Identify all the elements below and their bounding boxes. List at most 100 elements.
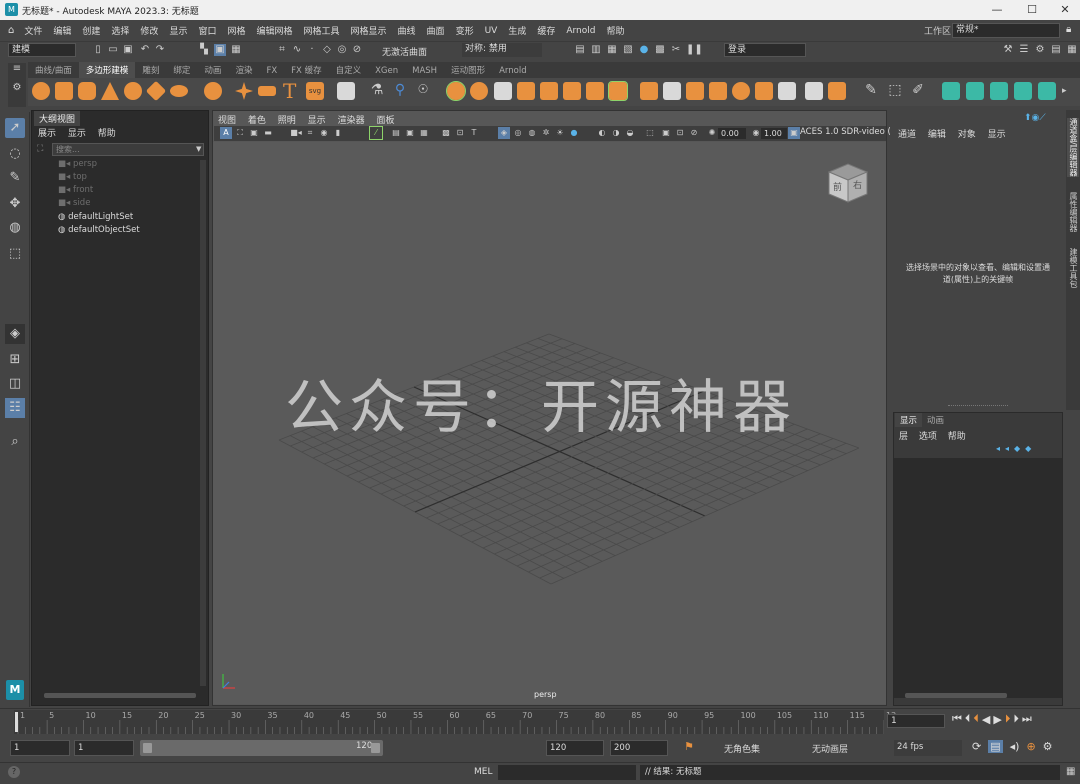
outliner-menu-show[interactable]: 展示 xyxy=(38,129,56,139)
channel-box-menu-edit[interactable]: 编辑 xyxy=(928,130,946,140)
unfold-icon[interactable] xyxy=(1038,82,1056,100)
layer-horizontal-scrollbar[interactable] xyxy=(905,693,1007,698)
attribute-editor-icon[interactable]: ☰ xyxy=(1018,44,1030,56)
viewport-menu-lighting[interactable]: 照明 xyxy=(278,116,296,126)
shelf-tab-rendering[interactable]: 渲染 xyxy=(228,62,259,78)
undo-icon[interactable]: ↶ xyxy=(139,44,151,56)
menu-mesh-tools[interactable]: 网格工具 xyxy=(304,24,340,37)
quadrangulate-icon[interactable] xyxy=(828,82,846,100)
menu-mesh-display[interactable]: 网格显示 xyxy=(351,24,387,37)
range-end-handle[interactable] xyxy=(371,743,380,753)
four-view-layout-icon[interactable]: ⊞ xyxy=(5,350,25,370)
gamma-icon[interactable]: ◑ xyxy=(610,127,622,139)
login-select[interactable]: 登录 xyxy=(724,43,806,57)
poly-torus-icon[interactable] xyxy=(124,82,142,100)
render-frame-icon[interactable]: ▤ xyxy=(574,44,586,56)
workspace-select[interactable]: 常规* xyxy=(952,23,1060,38)
animation-start-field[interactable]: 1 xyxy=(10,740,70,756)
render-settings-icon[interactable]: ▧ xyxy=(622,44,634,56)
select-camera-icon[interactable]: A xyxy=(220,127,232,139)
sound-icon[interactable]: ◂) xyxy=(1010,740,1020,753)
shelf-tab-animation[interactable]: 动画 xyxy=(197,62,228,78)
current-time-indicator[interactable] xyxy=(15,712,18,732)
arnold-render-icon[interactable]: ✂ xyxy=(670,44,682,56)
redo-icon[interactable]: ↷ xyxy=(154,44,166,56)
playback-start-field[interactable]: 1 xyxy=(74,740,134,756)
depth-of-field-icon[interactable]: ✲ xyxy=(540,127,552,139)
open-scene-icon[interactable]: ▭ xyxy=(107,44,119,56)
render-view-icon[interactable]: ▩ xyxy=(654,44,666,56)
poly-disc-icon[interactable] xyxy=(170,85,188,97)
symmetry-select[interactable]: 对称: 禁用 xyxy=(462,43,542,57)
anim-prefs-icon[interactable]: ⚙ xyxy=(1043,740,1053,753)
shelf-tab-fx[interactable]: FX xyxy=(259,64,284,78)
script-editor-icon[interactable]: ▦ xyxy=(1066,766,1075,777)
camera-attributes-icon[interactable]: ■◂ xyxy=(290,127,302,139)
outliner-tab[interactable]: 大纲视图 xyxy=(34,111,81,126)
use-lights-icon[interactable]: ⊡ xyxy=(454,127,466,139)
help-icon[interactable]: ? xyxy=(8,766,20,778)
view-transform-icon[interactable]: ▣ xyxy=(788,127,800,139)
select-tool-icon[interactable]: ➚ xyxy=(5,118,25,138)
outliner-item-top[interactable]: ■◂ top xyxy=(58,172,87,182)
shelf-tab-poly-modeling[interactable]: 多边形建模 xyxy=(78,62,136,78)
outliner-menu-display[interactable]: 显示 xyxy=(68,129,86,139)
paint-select-icon[interactable]: ✎ xyxy=(5,168,25,188)
step-back-key-icon[interactable]: ⏴ xyxy=(973,712,979,726)
layer-tab-display[interactable]: 显示 xyxy=(895,413,923,427)
gamma-field[interactable]: 1.00 xyxy=(761,128,787,139)
menu-edit-mesh[interactable]: 编辑网格 xyxy=(256,24,292,37)
layer-create-icons[interactable]: ◂◂◆◆ xyxy=(996,444,1036,453)
extract-icon[interactable] xyxy=(494,82,512,100)
shelf-tab-sculpting[interactable]: 雕刻 xyxy=(135,62,166,78)
filter-icon[interactable]: ⛶ xyxy=(37,144,43,154)
select-hierarchy-icon[interactable]: ▚ xyxy=(198,44,210,56)
lock-camera-icon[interactable]: ⛶ xyxy=(234,127,246,139)
layer-tab-anim[interactable]: 动画 xyxy=(922,413,949,427)
loop-icon[interactable]: ⟳ xyxy=(972,740,981,753)
wireframe-on-shaded-icon[interactable]: ▦ xyxy=(418,127,430,139)
hud-icon[interactable]: ● xyxy=(568,127,580,139)
menu-edit[interactable]: 编辑 xyxy=(53,24,71,37)
pause-render-icon[interactable]: ❚❚ xyxy=(686,44,703,56)
fps-select[interactable]: 24 fps xyxy=(894,740,962,756)
channel-box-menu-show[interactable]: 显示 xyxy=(988,130,1006,140)
select-object-icon[interactable]: ▣ xyxy=(214,44,226,56)
poly-sphere-icon[interactable] xyxy=(32,82,50,100)
type-tool-icon[interactable]: T xyxy=(283,79,296,103)
menu-generate[interactable]: 生成 xyxy=(508,24,526,37)
connect-icon[interactable] xyxy=(686,82,704,100)
xray-icon[interactable]: ⁄ xyxy=(369,126,383,140)
close-button[interactable]: ✕ xyxy=(1048,0,1080,20)
outliner-item-default-light-set[interactable]: ◍ defaultLightSet xyxy=(58,212,133,222)
panel-splitter[interactable] xyxy=(948,405,1008,407)
poly-cube-icon[interactable] xyxy=(55,82,73,100)
frame-selection-icon[interactable]: ⬚ xyxy=(644,127,656,139)
shadows-icon[interactable]: T xyxy=(468,127,480,139)
uv-layout-icon[interactable]: ⬚ xyxy=(886,82,904,100)
shelf-tab-motion-graphics[interactable]: 运动图形 xyxy=(444,62,492,78)
playback-end-field[interactable]: 120 xyxy=(546,740,604,756)
step-forward-frame-icon[interactable]: ⏵ xyxy=(1013,712,1019,726)
planar-map-icon[interactable] xyxy=(942,82,960,100)
menu-help[interactable]: 帮助 xyxy=(606,24,624,37)
script-language-toggle[interactable]: MEL xyxy=(474,767,492,777)
outliner-layout-icon[interactable]: ☷ xyxy=(5,398,25,418)
render-sequence-icon[interactable]: ▥ xyxy=(590,44,602,56)
automatic-map-icon[interactable] xyxy=(1014,82,1032,100)
minimize-button[interactable]: — xyxy=(980,0,1014,20)
layout-icon[interactable]: ▦ xyxy=(1066,44,1078,56)
shelf-menu-handle[interactable]: ≡ ⚙ xyxy=(8,63,26,107)
viewport-menu-show[interactable]: 显示 xyxy=(308,116,326,126)
snap-curve-icon[interactable]: ∿ xyxy=(291,44,303,56)
menu-curves[interactable]: 曲线 xyxy=(398,24,416,37)
triangulate-icon[interactable] xyxy=(805,82,823,100)
go-to-end-icon[interactable]: ⏭ xyxy=(1022,712,1032,726)
step-forward-key-icon[interactable]: ⏵ xyxy=(1005,712,1011,726)
rotate-tool-icon[interactable]: ◍ xyxy=(5,218,25,238)
channel-box-toggle-icon[interactable]: ⬆◉⟋ xyxy=(1024,113,1046,123)
isolate-select-icon[interactable]: ☀ xyxy=(554,127,566,139)
menu-windows[interactable]: 窗口 xyxy=(198,24,216,37)
outliner-item-side[interactable]: ■◂ side xyxy=(58,198,90,208)
outliner-item-persp[interactable]: ■◂ persp xyxy=(58,159,97,169)
